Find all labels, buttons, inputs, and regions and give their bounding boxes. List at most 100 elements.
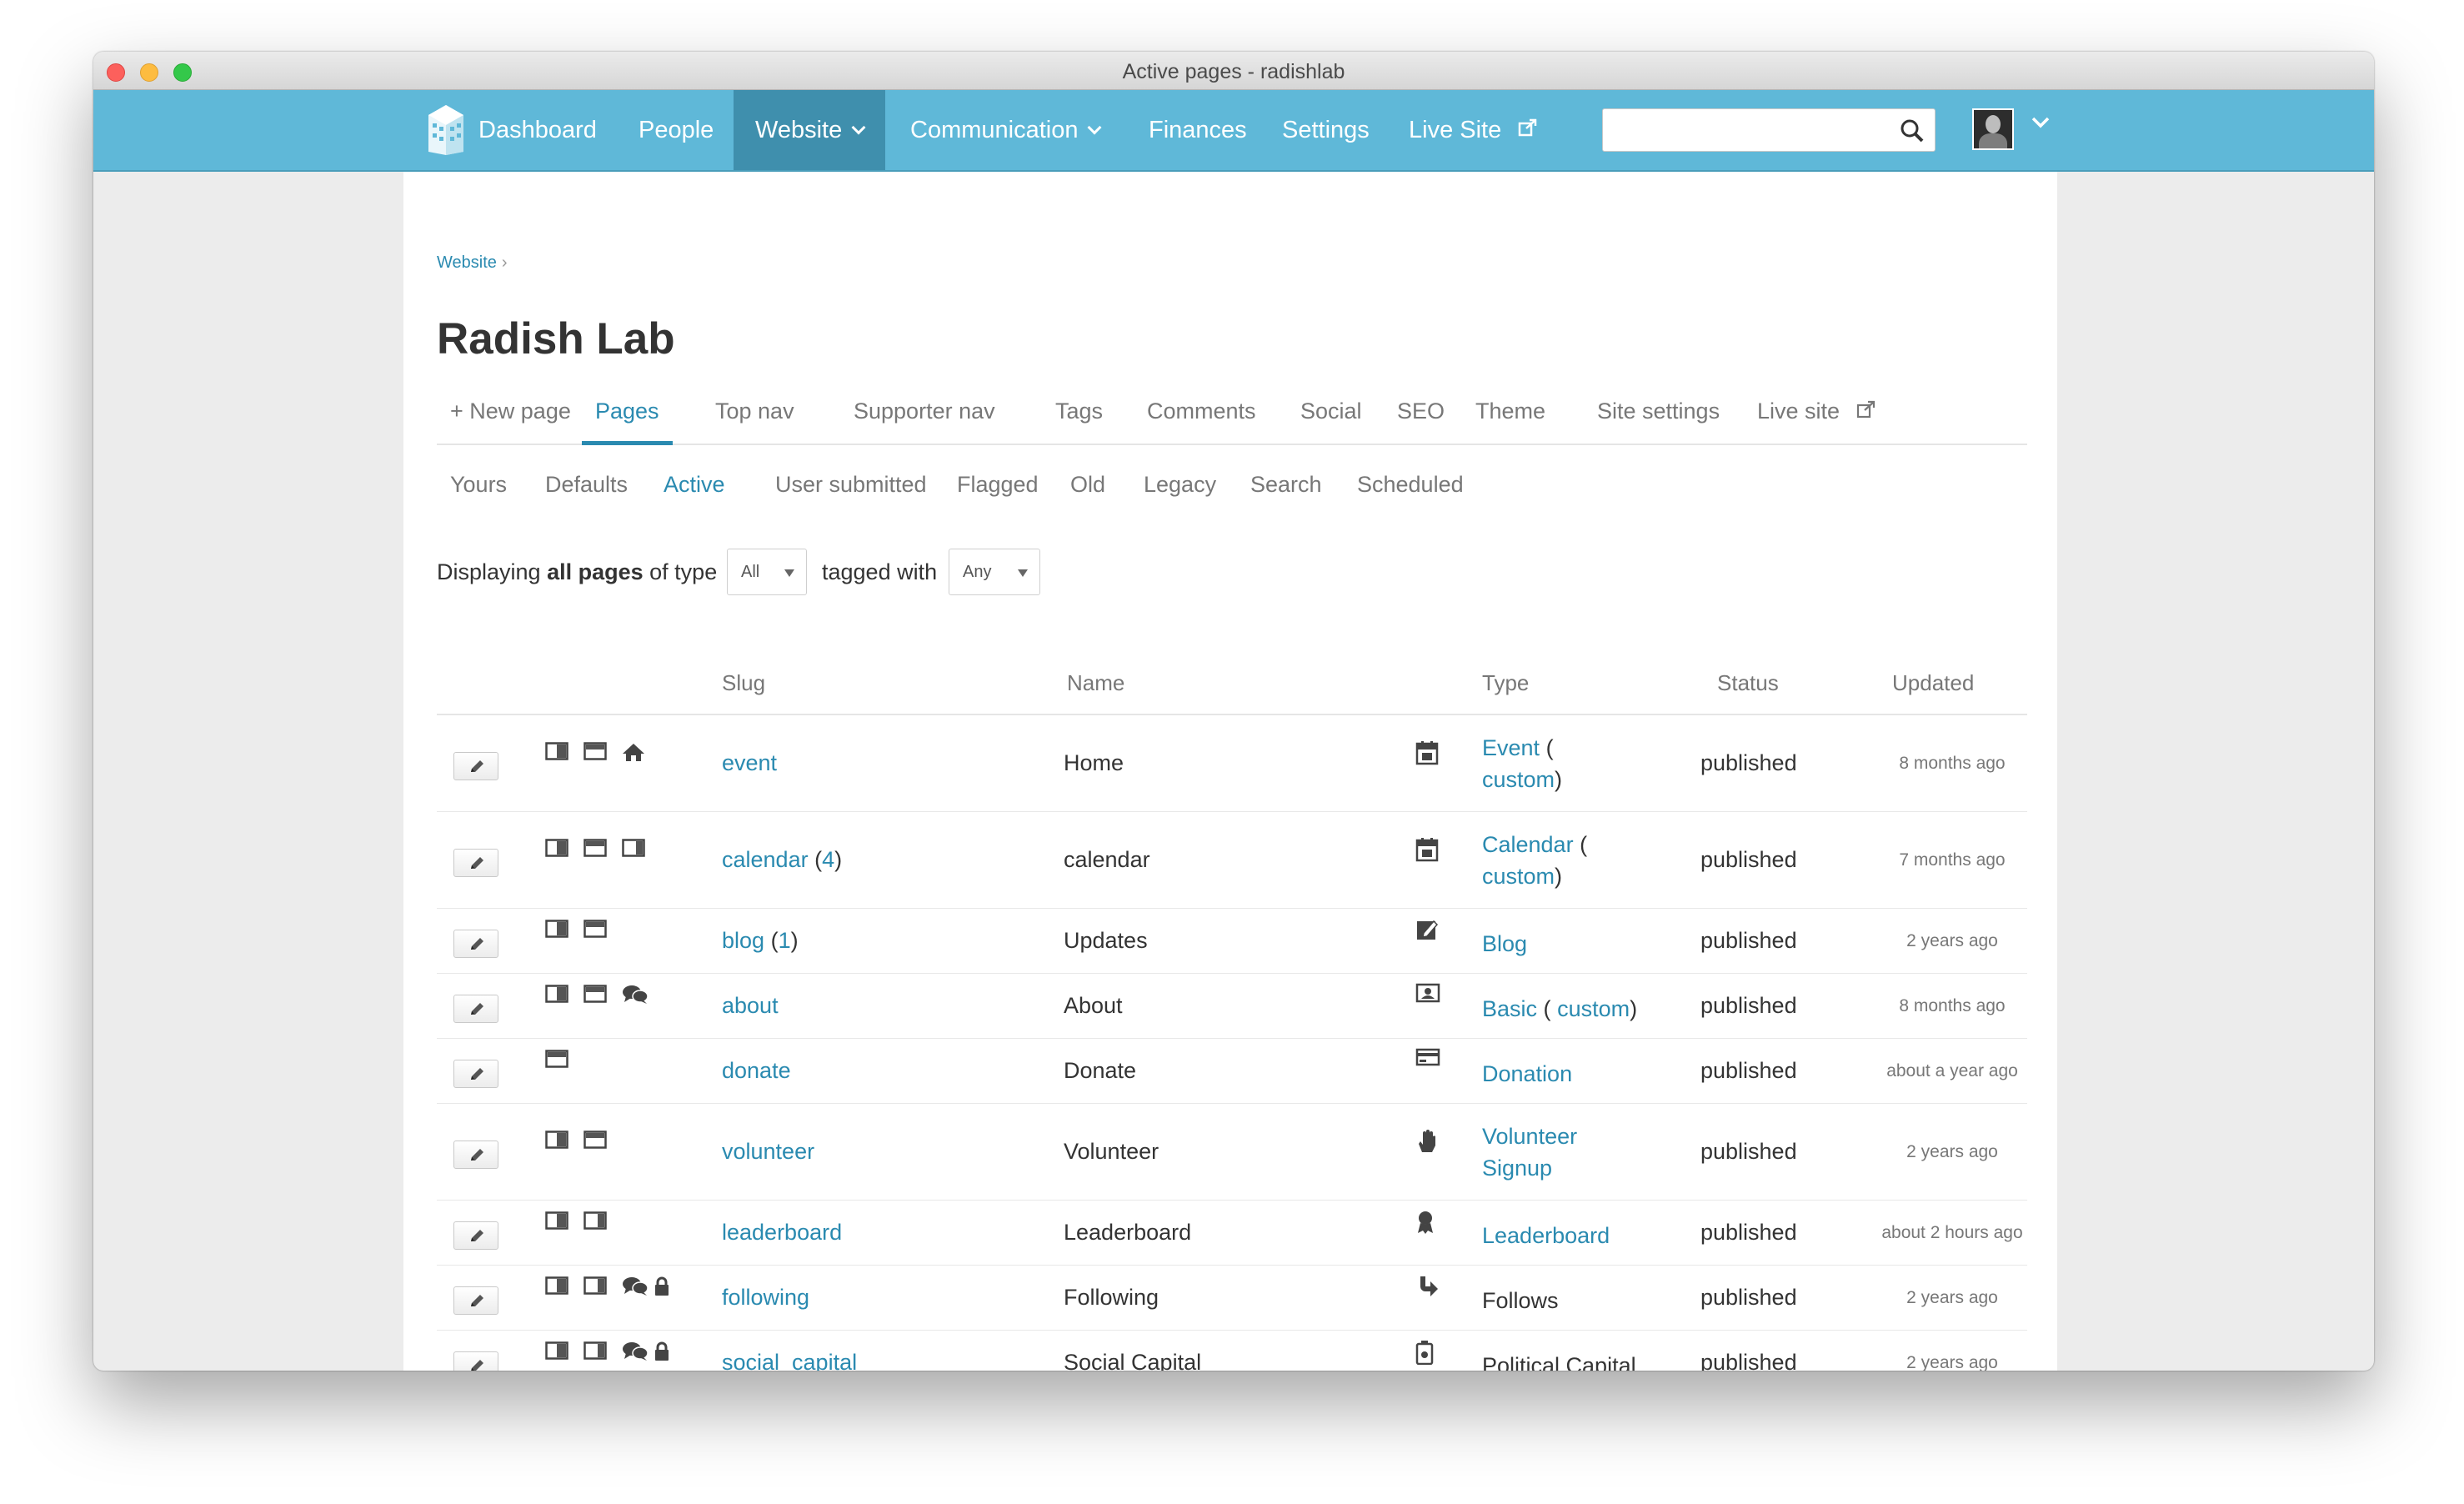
edit-button[interactable] <box>453 1141 498 1169</box>
slug-link[interactable]: calendar <box>722 847 809 872</box>
slug-cell: blog (1) <box>722 928 799 954</box>
nav-website[interactable]: Website <box>734 90 886 170</box>
status-cell: published <box>1700 1350 1797 1371</box>
chevron-down-icon <box>1087 120 1102 135</box>
name-cell: Home <box>1064 750 1124 775</box>
comments-icon <box>622 985 649 1009</box>
type-select[interactable]: All <box>727 549 807 595</box>
header-name[interactable]: Name <box>1067 670 1124 696</box>
custom-link[interactable]: custom <box>1557 996 1630 1021</box>
nav-live-site[interactable]: Live Site <box>1409 90 1538 170</box>
table-row: blog (1) Updates Blog published 2 years ago <box>437 909 2027 974</box>
subtab-user-submitted[interactable]: User submitted <box>775 472 927 498</box>
search-input[interactable] <box>1602 108 1936 152</box>
subtab-legacy[interactable]: Legacy <box>1144 472 1216 498</box>
subtab-defaults[interactable]: Defaults <box>545 472 628 498</box>
bag-icon <box>1415 1340 1434 1369</box>
chevron-down-icon[interactable] <box>2031 115 2051 130</box>
tab-new-page[interactable]: + New page <box>450 390 571 445</box>
edit-button[interactable] <box>453 1221 498 1250</box>
tab-tags[interactable]: Tags <box>1055 390 1103 445</box>
type-link[interactable]: Donation <box>1482 1061 1572 1086</box>
custom-link[interactable]: custom <box>1482 864 1555 889</box>
slug-link[interactable]: blog <box>722 928 764 953</box>
tab-live-site[interactable]: Live site <box>1757 390 1876 445</box>
filter-bold: all pages <box>547 559 644 584</box>
pages-table: Slug Name Type Status Updated event Home E… <box>437 655 2027 1371</box>
edit-button[interactable] <box>453 752 498 780</box>
slug-link[interactable]: social_capital <box>722 1350 857 1371</box>
main-content: Website › Radish Lab + New page Pages Top… <box>403 172 2057 1371</box>
type-link[interactable]: Volunteer Signup <box>1482 1124 1577 1181</box>
header-icon <box>583 1131 607 1153</box>
edit-button[interactable] <box>453 1060 498 1088</box>
slug-link[interactable]: following <box>722 1285 809 1310</box>
type-link[interactable]: Leaderboard <box>1482 1223 1610 1248</box>
edit-button[interactable] <box>453 1351 498 1371</box>
sidebar-right-icon <box>583 1341 607 1364</box>
header-status[interactable]: Status <box>1717 670 1779 696</box>
child-count-link[interactable]: 4 <box>822 847 834 872</box>
type-cell: Basic ( custom) <box>1482 993 1699 1025</box>
edit-button[interactable] <box>453 849 498 877</box>
slug-link[interactable]: volunteer <box>722 1139 814 1164</box>
search-icon[interactable] <box>1900 118 1925 143</box>
nav-dashboard[interactable]: Dashboard <box>478 90 597 170</box>
slug-link[interactable]: event <box>722 750 777 775</box>
filter-tagged-with: tagged with <box>822 559 938 584</box>
header-updated[interactable]: Updated <box>1892 670 1974 696</box>
header-slug[interactable]: Slug <box>722 670 765 696</box>
header-type[interactable]: Type <box>1482 670 1529 696</box>
sidebar-icon <box>545 920 568 942</box>
nav-communication[interactable]: Communication <box>910 90 1102 170</box>
subtab-scheduled[interactable]: Scheduled <box>1357 472 1464 498</box>
tab-comments[interactable]: Comments <box>1147 390 1256 445</box>
top-navigation: Dashboard People Website Communication F… <box>93 90 2374 172</box>
subtab-flagged[interactable]: Flagged <box>957 472 1039 498</box>
tab-site-settings[interactable]: Site settings <box>1597 390 1720 445</box>
status-cell: published <box>1700 928 1797 953</box>
tab-pages[interactable]: Pages <box>582 390 673 445</box>
tab-theme[interactable]: Theme <box>1475 390 1545 445</box>
type-cell: Calendar ( custom) <box>1482 829 1599 892</box>
edit-button[interactable] <box>453 995 498 1023</box>
child-count-link[interactable]: 1 <box>779 928 791 953</box>
type-link[interactable]: Calendar <box>1482 832 1574 857</box>
tag-select[interactable]: Any <box>949 549 1040 595</box>
subtab-active[interactable]: Active <box>664 472 725 498</box>
name-cell: Following <box>1064 1285 1159 1310</box>
subtab-search[interactable]: Search <box>1250 472 1322 498</box>
type-link[interactable]: Event <box>1482 735 1540 760</box>
type-custom-open: ( <box>1543 996 1551 1021</box>
tab-seo[interactable]: SEO <box>1397 390 1445 445</box>
count-open: ( <box>770 928 779 953</box>
subtab-old[interactable]: Old <box>1070 472 1105 498</box>
nav-people[interactable]: People <box>639 90 714 170</box>
edit-button[interactable] <box>453 1286 498 1315</box>
avatar[interactable] <box>1972 108 2014 150</box>
status-cell: published <box>1700 993 1797 1018</box>
nav-settings[interactable]: Settings <box>1282 90 1370 170</box>
type-cell: Leaderboard <box>1482 1220 1699 1251</box>
name-cell: Volunteer <box>1064 1139 1159 1164</box>
lock-icon <box>654 1341 670 1366</box>
subtab-yours[interactable]: Yours <box>450 472 507 498</box>
nav-live-site-label: Live Site <box>1409 117 1502 143</box>
tab-top-nav[interactable]: Top nav <box>715 390 794 445</box>
type-link[interactable]: Blog <box>1482 931 1527 956</box>
slug-link[interactable]: about <box>722 993 779 1018</box>
sidebar-right-icon <box>583 1211 607 1234</box>
edit-button[interactable] <box>453 930 498 958</box>
slug-cell: calendar (4) <box>722 847 842 873</box>
slug-link[interactable]: leaderboard <box>722 1220 842 1245</box>
updated-cell: 2 years ago <box>1906 1288 1998 1307</box>
custom-link[interactable]: custom <box>1482 767 1555 792</box>
logo-icon[interactable] <box>425 103 467 157</box>
tab-social[interactable]: Social <box>1300 390 1362 445</box>
breadcrumb-website[interactable]: Website <box>437 253 497 272</box>
nav-finances[interactable]: Finances <box>1149 90 1247 170</box>
slug-link[interactable]: donate <box>722 1058 791 1083</box>
tab-supporter-nav[interactable]: Supporter nav <box>854 390 995 445</box>
table-row: leaderboard Leaderboard Leaderboard publish… <box>437 1201 2027 1266</box>
type-link[interactable]: Basic <box>1482 996 1537 1021</box>
